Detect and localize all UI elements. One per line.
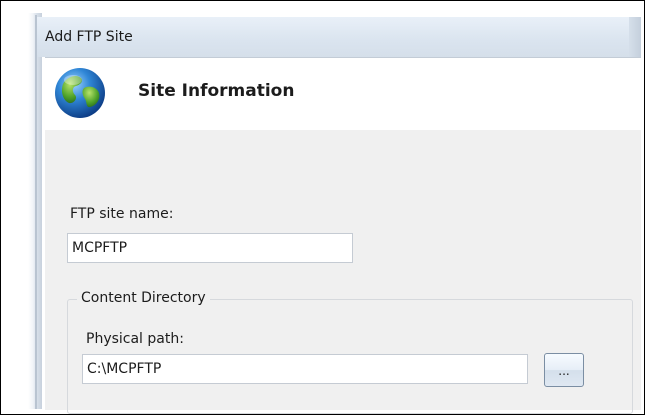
screenshot-frame: Add FTP Site Site Information FTP site n… [0, 0, 645, 415]
site-name-label: FTP site name: [70, 206, 174, 222]
physical-path-field[interactable]: C:\MCPFTP [82, 354, 528, 384]
page-title: Site Information [138, 81, 295, 101]
site-name-field[interactable]: MCPFTP [67, 233, 353, 263]
globe-icon [55, 68, 105, 118]
browse-button[interactable]: ... [544, 353, 584, 387]
physical-path-label: Physical path: [86, 331, 184, 347]
titlebar-right-edge [629, 17, 641, 57]
header-panel [45, 57, 641, 131]
window-border-line [35, 15, 37, 409]
content-directory-legend: Content Directory [77, 290, 210, 306]
dialog-title: Add FTP Site [45, 29, 133, 45]
